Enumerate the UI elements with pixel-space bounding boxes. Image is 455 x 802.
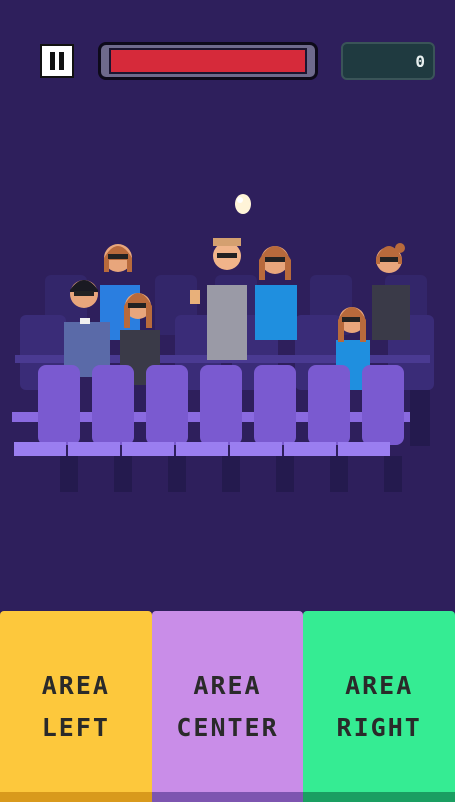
area-center-bottom-bar	[151, 792, 304, 802]
popcorn-icon	[235, 194, 251, 214]
seat-cushion	[284, 442, 336, 456]
area-controls: AREA LEFT AREA CENTER AREA RIGHT	[0, 611, 455, 802]
area-right-label-line2: RIGHT	[336, 712, 422, 742]
pause-button[interactable]	[40, 44, 74, 78]
health-bar	[98, 42, 318, 80]
audience-member	[255, 246, 297, 340]
score-value: 0	[415, 51, 425, 71]
seat-cushion	[230, 442, 282, 456]
seat	[254, 365, 296, 445]
area-left-label-line1: AREA	[41, 670, 110, 700]
area-left-bottom-bar	[0, 792, 152, 802]
area-left-label-line2: LEFT	[41, 712, 110, 742]
seat	[38, 365, 80, 445]
area-left-button[interactable]: AREA LEFT	[0, 611, 152, 802]
seat	[200, 365, 242, 445]
area-right-bottom-bar	[303, 792, 455, 802]
seat	[362, 365, 404, 445]
seat	[146, 365, 188, 445]
pause-icon	[50, 52, 64, 70]
area-center-label-line1: AREA	[193, 670, 262, 700]
theater-scene	[12, 194, 434, 492]
seat-cushion	[338, 442, 390, 456]
area-center-label-line2: CENTER	[176, 712, 279, 742]
hud: 0	[0, 0, 455, 100]
area-right-label-line1: AREA	[345, 670, 414, 700]
area-center-button[interactable]: AREA CENTER	[151, 611, 304, 802]
seat-cushion	[122, 442, 174, 456]
seat	[92, 365, 134, 445]
seat-cushion	[14, 442, 66, 456]
score-display: 0	[341, 42, 435, 80]
health-fill	[111, 50, 305, 72]
front-row-seats	[12, 365, 430, 492]
health-track	[109, 48, 307, 74]
area-right-button[interactable]: AREA RIGHT	[303, 611, 455, 802]
seat	[308, 365, 350, 445]
audience-member	[372, 243, 410, 340]
seat-cushion	[68, 442, 120, 456]
seat-cushion	[176, 442, 228, 456]
